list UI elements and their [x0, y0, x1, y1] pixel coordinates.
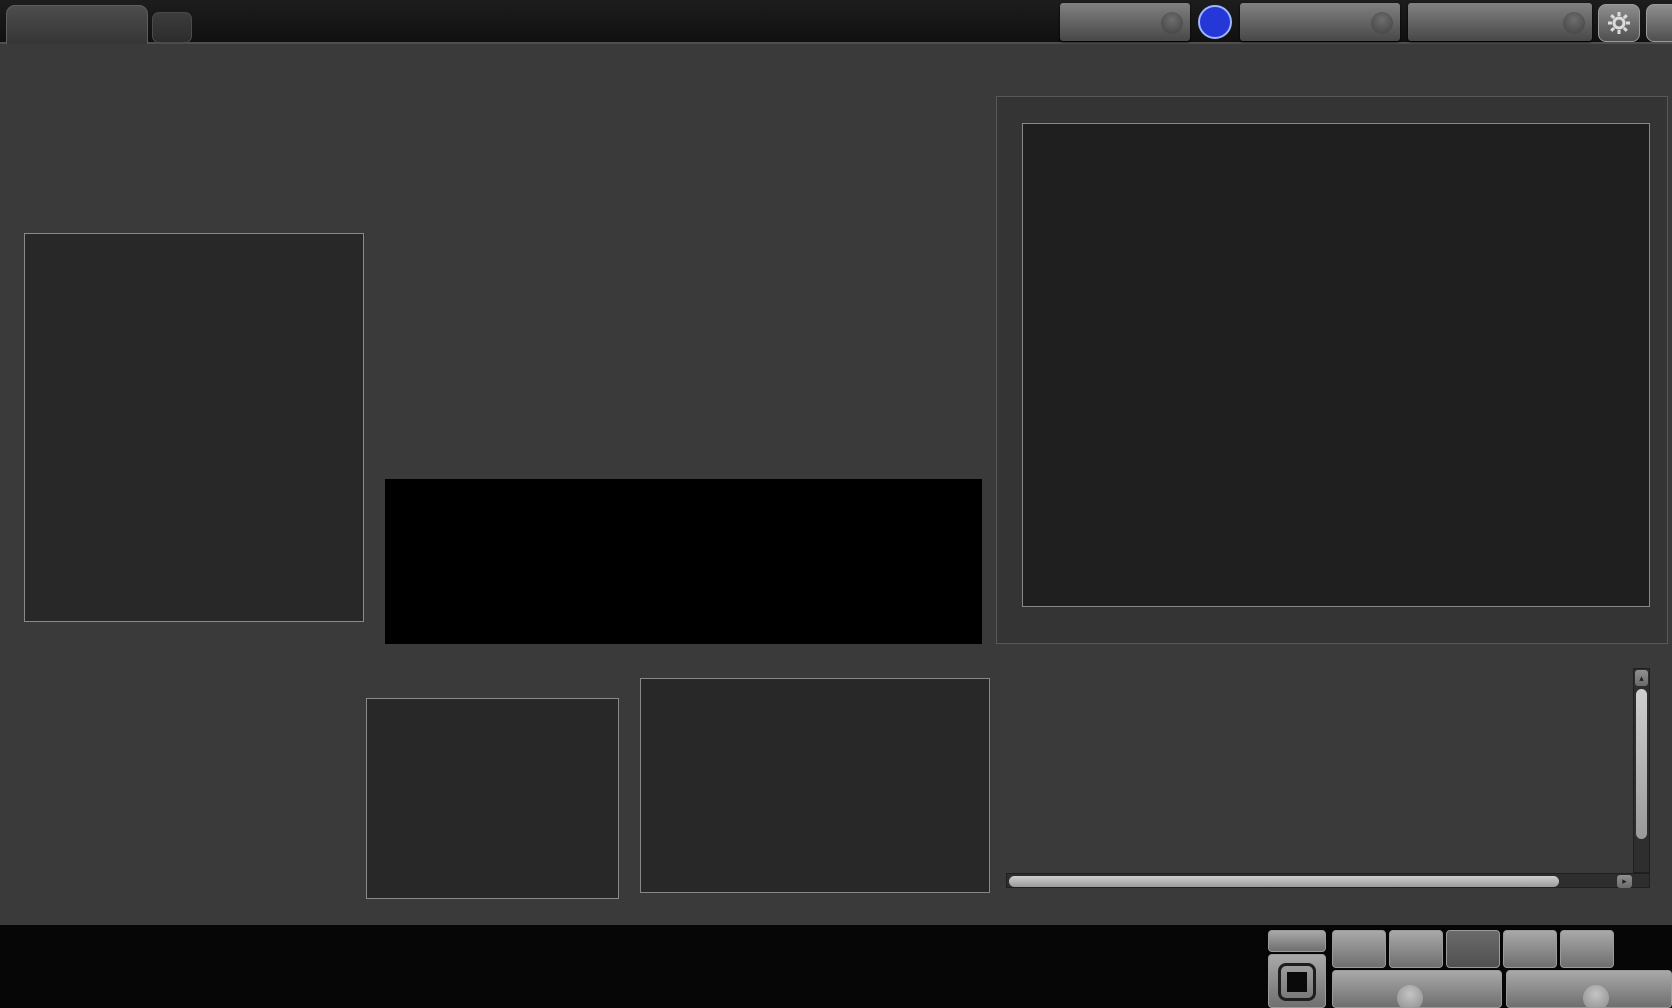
current-reading-xy	[17, 772, 59, 801]
scroll-up-icon[interactable]: ▴	[1635, 670, 1648, 686]
meter-count-badge	[1198, 5, 1232, 39]
actual-target-swatch-strip	[385, 479, 982, 644]
workflow-status-stripe	[1408, 3, 1413, 41]
gear-icon	[1608, 12, 1630, 34]
chevron-double-right-icon	[1583, 984, 1609, 1008]
top-bar	[0, 0, 1672, 44]
window-pattern-icon	[1278, 963, 1316, 1001]
meter-dropdown[interactable]	[1060, 3, 1190, 41]
h-scrollbar-thumb[interactable]	[1009, 876, 1559, 887]
source-dropdown[interactable]	[1240, 3, 1400, 41]
cie1931-chart	[640, 678, 990, 893]
table-h-scrollbar[interactable]: ▸	[1006, 873, 1650, 888]
continuous-button[interactable]	[1503, 930, 1557, 968]
settings-button[interactable]	[1598, 4, 1640, 42]
pattern-window-button[interactable]	[1268, 954, 1326, 1008]
meter-status-stripe	[1060, 3, 1065, 41]
tab-history-1[interactable]	[6, 5, 148, 44]
v-scrollbar-thumb[interactable]	[1636, 689, 1647, 839]
scroll-right-icon[interactable]: ▸	[1617, 875, 1632, 888]
chevron-down-icon[interactable]	[1161, 12, 1183, 34]
next-button[interactable]	[1506, 970, 1672, 1008]
refresh-button[interactable]	[1560, 930, 1614, 968]
stop-button[interactable]	[1332, 930, 1386, 968]
gamut-data-table	[1006, 668, 1650, 875]
chevron-down-icon[interactable]	[1563, 12, 1585, 34]
pattern-bar	[0, 925, 1672, 1008]
rgb-balance-chart	[366, 698, 619, 899]
collapse-panel-button[interactable]	[1646, 4, 1672, 42]
chevron-double-left-icon	[1397, 984, 1423, 1008]
back-button[interactable]	[1332, 970, 1502, 1008]
play-button[interactable]	[1389, 930, 1443, 968]
calman-window: ▸ ▴	[0, 0, 1672, 1008]
deltae2000-chart	[24, 233, 364, 622]
add-tab-button[interactable]	[152, 12, 192, 43]
range-button[interactable]	[1446, 930, 1500, 968]
table-v-scrollbar[interactable]: ▴	[1633, 668, 1650, 873]
pattern-up-button[interactable]	[1268, 930, 1326, 952]
chevron-down-icon[interactable]	[1371, 12, 1393, 34]
cie1976-chart	[1022, 123, 1650, 607]
workflow-dropdown[interactable]	[1408, 3, 1592, 41]
source-status-stripe	[1240, 3, 1245, 41]
